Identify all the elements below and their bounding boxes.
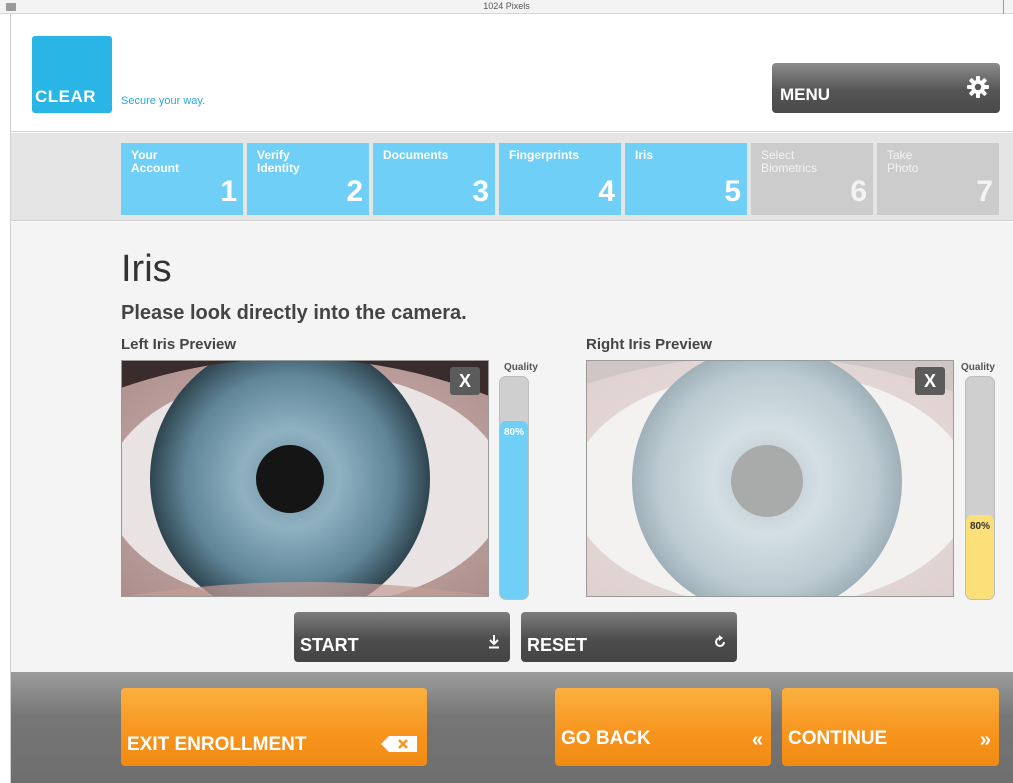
start-button[interactable]: START	[294, 612, 510, 662]
step-label: Documents	[383, 148, 449, 162]
reset-label: RESET	[527, 635, 588, 655]
right-quality-meter: 80%	[965, 376, 995, 600]
step-select-biometrics[interactable]: Select Biometrics 6	[751, 143, 873, 215]
step-number: 4	[598, 175, 615, 208]
go-back-label: GO BACK	[561, 728, 651, 749]
go-back-button[interactable]: GO BACK «	[555, 688, 771, 766]
ruler-label: 1024 Pixels	[483, 1, 530, 11]
progress-steps: Your Account 1 Verify Identity 2 Documen…	[11, 133, 1013, 221]
menu-label: MENU	[780, 85, 831, 104]
double-chevron-right-icon: »	[979, 729, 991, 751]
left-close-button[interactable]: X	[450, 367, 480, 395]
right-iris-preview-title: Right Iris Preview	[586, 336, 712, 353]
header: CLEAR Secure your way. MENU	[11, 14, 1013, 132]
continue-label: CONTINUE	[788, 728, 888, 749]
left-quality-value: 80%	[503, 427, 524, 438]
right-quality-value: 80%	[969, 521, 990, 532]
ruler-end-mark	[1003, 0, 1004, 14]
continue-button[interactable]: CONTINUE »	[782, 688, 999, 766]
main-content: Iris Please look directly into the camer…	[11, 222, 1013, 672]
step-label: Take Photo	[887, 148, 919, 175]
gear-icon	[967, 76, 989, 98]
right-eye-image	[587, 361, 953, 596]
left-iris-preview-title: Left Iris Preview	[121, 336, 237, 353]
left-quality-fill	[500, 421, 528, 599]
right-close-button[interactable]: X	[915, 367, 945, 395]
backspace-icon	[381, 736, 417, 752]
step-number: 5	[724, 175, 741, 208]
right-quality-label: Quality	[961, 362, 995, 373]
step-take-photo[interactable]: Take Photo 7	[877, 143, 999, 215]
tagline: Secure your way.	[121, 95, 206, 107]
left-quality-label: Quality	[504, 362, 538, 373]
menu-button[interactable]: MENU	[772, 63, 1000, 113]
step-label: Fingerprints	[509, 148, 580, 162]
step-number: 3	[472, 175, 489, 208]
refresh-icon	[713, 635, 727, 652]
footer-bar: EXIT ENROLLMENT GO BACK « CONTINUE »	[11, 672, 1013, 783]
instruction-text: Please look directly into the camera.	[121, 302, 467, 324]
left-iris-preview: X	[121, 360, 489, 597]
exit-enrollment-label: EXIT ENROLLMENT	[127, 734, 307, 755]
step-your-account[interactable]: Your Account 1	[121, 143, 243, 215]
step-number: 1	[220, 175, 237, 208]
start-label: START	[300, 635, 359, 655]
step-label: Your Account	[131, 148, 179, 175]
step-iris[interactable]: Iris 5	[625, 143, 747, 215]
step-number: 2	[346, 175, 363, 208]
exit-enrollment-button[interactable]: EXIT ENROLLMENT	[121, 688, 427, 766]
left-eye-image	[122, 361, 488, 596]
step-label: Verify Identity	[257, 148, 300, 175]
step-documents[interactable]: Documents 3	[373, 143, 495, 215]
step-number: 6	[850, 175, 867, 208]
download-arrow-icon	[488, 635, 500, 652]
left-quality-meter: 80%	[499, 376, 529, 600]
step-verify-identity[interactable]: Verify Identity 2	[247, 143, 369, 215]
clear-logo[interactable]: CLEAR	[32, 36, 112, 113]
reset-button[interactable]: RESET	[521, 612, 737, 662]
page-title: Iris	[121, 248, 172, 290]
step-fingerprints[interactable]: Fingerprints 4	[499, 143, 621, 215]
step-label: Select Biometrics	[761, 148, 818, 175]
step-number: 7	[976, 175, 993, 208]
right-iris-preview: X	[586, 360, 954, 597]
app-frame: CLEAR Secure your way. MENU Your Account…	[10, 14, 1013, 783]
step-label: Iris	[635, 148, 654, 162]
logo-text: CLEAR	[35, 87, 97, 106]
pixel-ruler: 1024 Pixels	[0, 0, 1013, 14]
double-chevron-left-icon: «	[751, 729, 763, 751]
